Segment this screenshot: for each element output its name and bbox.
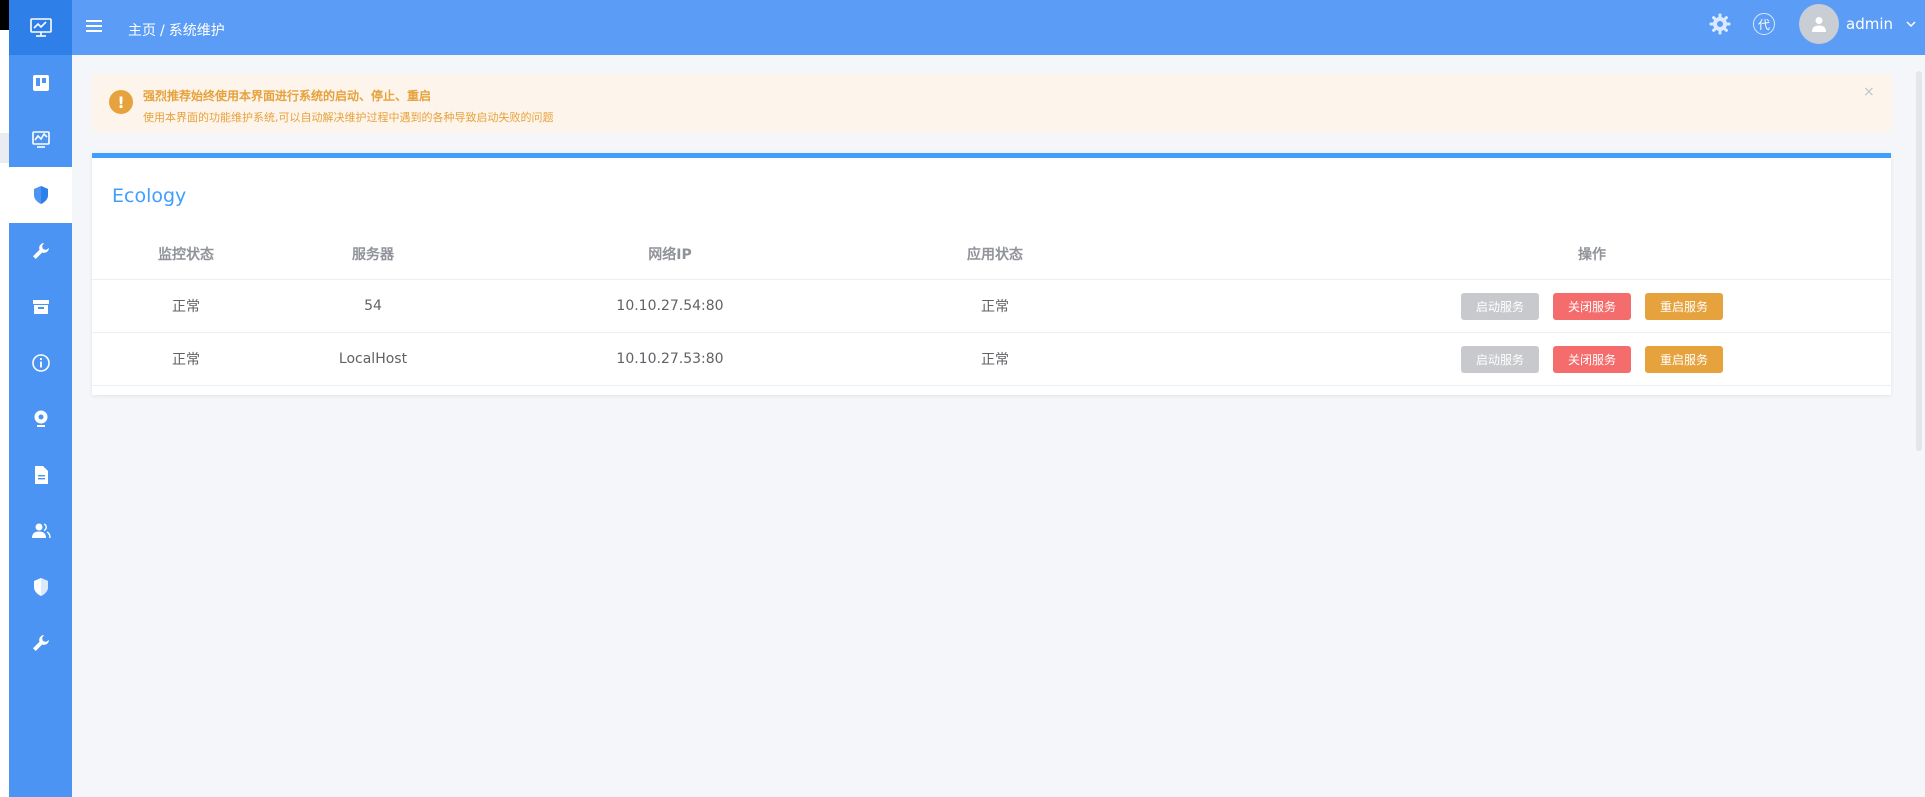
board-icon [32,75,49,91]
menu-toggle-icon[interactable] [86,20,102,34]
scrollbar-thumb[interactable] [1916,71,1922,451]
server-cell: LocalHost [338,351,408,367]
close-icon[interactable]: × [1863,84,1875,100]
alert-description: 使用本界面的功能维护系统,可以自动解决维护过程中遇到的各种导致启动失败的问题 [143,111,554,124]
monitor-status-cell: 正常 [172,352,200,368]
wrench-icon [32,635,49,651]
sidebar-item-document[interactable] [9,447,72,503]
warning-alert: ! 强烈推荐始终使用本界面进行系统的启动、停止、重启 使用本界面的功能维护系统,… [92,74,1892,132]
server-cell: 54 [364,298,382,314]
breadcrumb-separator: / [160,23,165,39]
ip-cell: 10.10.27.54:80 [616,298,724,314]
stop-service-button[interactable]: 关闭服务 [1552,292,1631,320]
ip-cell: 10.10.27.53:80 [616,351,724,367]
sidebar-item-security-2[interactable] [9,559,72,615]
avatar[interactable] [1799,4,1839,44]
sidebar-item-info[interactable] [9,335,72,391]
column-header-monitor: 监控状态 [158,246,214,263]
sidebar-item-board[interactable] [9,55,72,111]
column-header-ip: 网络IP [648,246,692,263]
left-edge-strip [0,0,9,797]
chart-icon [31,131,50,148]
breadcrumb-current: 系统维护 [168,23,225,39]
webcam-icon [34,410,47,427]
app-status-cell: 正常 [981,299,1009,315]
actions-cell: 启动服务 关闭服务 重启服务 [1342,333,1842,385]
archive-icon [32,300,49,314]
sidebar-item-chart[interactable] [9,111,72,167]
wrench-icon [32,243,49,259]
top-header: 主页 / 系统维护 代 admin [72,0,1925,55]
edge-black-block [0,0,9,30]
app-status-cell: 正常 [981,352,1009,368]
table-row: 正常 54 10.10.27.54:80 正常 启动服务 关闭服务 重启服务 [92,280,1891,333]
restart-service-button[interactable]: 重启服务 [1645,292,1724,320]
alert-title: 强烈推荐始终使用本界面进行系统的启动、停止、重启 [143,89,432,103]
sidebar-item-users[interactable] [9,503,72,559]
warning-icon: ! [109,90,133,114]
sidebar-item-security[interactable] [9,167,72,223]
sidebar-item-maintenance[interactable] [9,223,72,279]
monitor-status-cell: 正常 [172,299,200,315]
server-table: 监控状态 服务器 网络IP 应用状态 操作 正常 54 10.10.27.54:… [92,228,1891,386]
chevron-down-icon[interactable] [1905,18,1917,30]
start-service-button[interactable]: 启动服务 [1460,292,1539,320]
shield-icon [33,186,48,204]
start-service-button[interactable]: 启动服务 [1460,345,1539,373]
sidebar-item-archive[interactable] [9,279,72,335]
column-header-app-status: 应用状态 [967,246,1023,263]
sidebar-item-webcam[interactable] [9,391,72,447]
column-header-actions: 操作 [1578,246,1606,263]
settings-gear-icon[interactable] [1708,12,1732,36]
panel-title: Ecology [112,185,187,207]
page-scrollbar[interactable] [1913,55,1925,797]
sidebar-item-maintenance-2[interactable] [9,615,72,671]
sidebar-logo[interactable] [9,0,72,55]
table-header-row: 监控状态 服务器 网络IP 应用状态 操作 [92,228,1891,280]
ecology-panel: Ecology 监控状态 服务器 网络IP 应用状态 操作 正常 54 10.1… [92,153,1891,395]
monitor-icon [29,17,52,37]
breadcrumb-home[interactable]: 主页 [128,23,156,39]
document-icon [34,466,48,484]
table-row: 正常 LocalHost 10.10.27.53:80 正常 启动服务 关闭服务… [92,333,1891,386]
proxy-badge-icon[interactable]: 代 [1753,13,1775,35]
column-header-server: 服务器 [352,246,394,263]
stop-service-button[interactable]: 关闭服务 [1552,345,1631,373]
shield-icon [33,578,48,596]
edge-grey-block [0,133,9,163]
user-icon [1812,17,1826,32]
restart-service-button[interactable]: 重启服务 [1645,345,1724,373]
users-icon [31,523,51,539]
info-icon [31,354,50,372]
breadcrumb: 主页 / 系统维护 [128,20,225,40]
username-label[interactable]: admin [1846,15,1893,33]
actions-cell: 启动服务 关闭服务 重启服务 [1342,280,1842,332]
sidebar [9,0,72,797]
